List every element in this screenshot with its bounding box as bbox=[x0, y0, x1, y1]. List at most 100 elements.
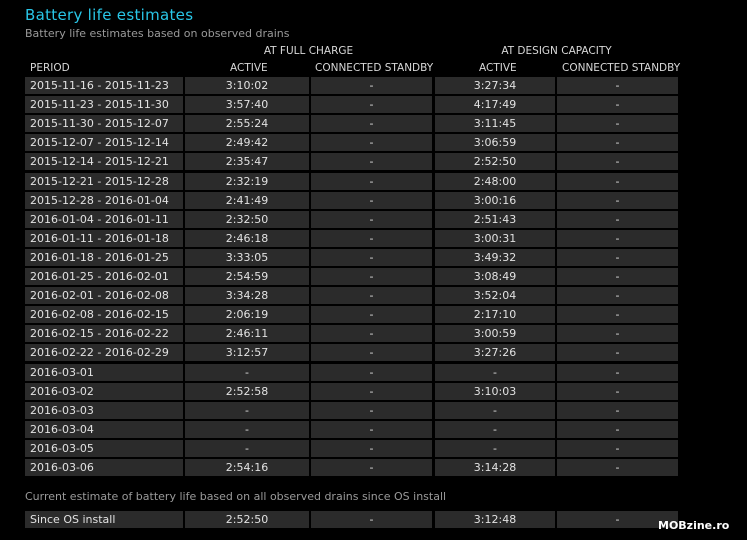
cell-period: 2016-03-06 bbox=[25, 459, 183, 476]
summary-full-standby: - bbox=[311, 511, 432, 528]
cell-full-standby: - bbox=[311, 115, 432, 132]
watermark-text: MOBzine.ro bbox=[658, 519, 730, 532]
cell-full-active: 2:35:47 bbox=[185, 153, 309, 170]
cell-design-active: 2:17:10 bbox=[435, 306, 555, 323]
cell-period: 2016-01-04 - 2016-01-11 bbox=[25, 211, 183, 228]
cell-design-active: 3:10:03 bbox=[435, 383, 555, 400]
table-row: 2016-03-03- - - - bbox=[0, 402, 747, 420]
cell-full-standby: - bbox=[311, 325, 432, 342]
table-row: 2016-02-22 - 2016-02-29 3:12:57-3:27:26- bbox=[0, 344, 747, 362]
cell-period: 2016-03-04 bbox=[25, 421, 183, 438]
summary-design-active: 3:12:48 bbox=[435, 511, 555, 528]
cell-full-active: - bbox=[185, 440, 309, 457]
cell-full-active: - bbox=[185, 421, 309, 438]
cell-design-standby: - bbox=[557, 383, 678, 400]
table-row: 2016-03-02 2:52:58-3:10:03- bbox=[0, 383, 747, 401]
table-row: 2015-12-21 - 2015-12-28 2:32:19-2:48:00- bbox=[0, 173, 747, 191]
page-title: Battery life estimates bbox=[25, 6, 194, 24]
table-row: 2015-11-30 - 2015-12-07 2:55:24-3:11:45- bbox=[0, 115, 747, 133]
cell-full-standby: - bbox=[311, 134, 432, 151]
cell-full-active: 2:46:18 bbox=[185, 230, 309, 247]
cell-period: 2016-02-08 - 2016-02-15 bbox=[25, 306, 183, 323]
cell-design-active: 2:52:50 bbox=[435, 153, 555, 170]
table-row: 2015-12-28 - 2016-01-04 2:41:49-3:00:16- bbox=[0, 192, 747, 210]
cell-design-standby: - bbox=[557, 134, 678, 151]
group-header-full-charge: AT FULL CHARGE bbox=[263, 45, 354, 57]
cell-design-standby: - bbox=[557, 192, 678, 209]
cell-full-active: 2:52:58 bbox=[185, 383, 309, 400]
page-subtitle: Battery life estimates based on observed… bbox=[25, 27, 290, 40]
table-row: 2015-11-23 - 2015-11-30 3:57:40-4:17:49- bbox=[0, 96, 747, 114]
cell-full-standby: - bbox=[311, 230, 432, 247]
cell-design-active: 3:27:26 bbox=[435, 344, 555, 361]
cell-design-standby: - bbox=[557, 249, 678, 266]
cell-full-standby: - bbox=[311, 268, 432, 285]
cell-design-active: 3:06:59 bbox=[435, 134, 555, 151]
cell-design-standby: - bbox=[557, 96, 678, 113]
cell-full-standby: - bbox=[311, 306, 432, 323]
cell-design-active: 3:00:59 bbox=[435, 325, 555, 342]
cell-design-standby: - bbox=[557, 287, 678, 304]
cell-full-active: - bbox=[185, 402, 309, 419]
cell-full-standby: - bbox=[311, 192, 432, 209]
table-row: 2015-12-14 - 2015-12-21 2:35:47-2:52:50- bbox=[0, 153, 747, 171]
cell-full-active: 2:54:16 bbox=[185, 459, 309, 476]
column-header-period: PERIOD bbox=[30, 62, 70, 74]
cell-full-active: 2:41:49 bbox=[185, 192, 309, 209]
cell-design-active: 3:14:28 bbox=[435, 459, 555, 476]
cell-period: 2016-02-15 - 2016-02-22 bbox=[25, 325, 183, 342]
cell-full-active: 3:57:40 bbox=[185, 96, 309, 113]
column-header-design-standby: CONNECTED STANDBY bbox=[562, 62, 681, 74]
cell-period: 2016-01-18 - 2016-01-25 bbox=[25, 249, 183, 266]
cell-design-standby: - bbox=[557, 230, 678, 247]
cell-design-standby: - bbox=[557, 402, 678, 419]
cell-period: 2016-03-03 bbox=[25, 402, 183, 419]
cell-full-active: 2:46:11 bbox=[185, 325, 309, 342]
cell-design-standby: - bbox=[557, 325, 678, 342]
cell-period: 2016-02-01 - 2016-02-08 bbox=[25, 287, 183, 304]
cell-full-standby: - bbox=[311, 153, 432, 170]
cell-design-standby: - bbox=[557, 173, 678, 190]
cell-full-standby: - bbox=[311, 402, 432, 419]
cell-full-standby: - bbox=[311, 421, 432, 438]
table-row: 2016-01-04 - 2016-01-11 2:32:50-2:51:43- bbox=[0, 211, 747, 229]
cell-design-standby: - bbox=[557, 459, 678, 476]
cell-design-standby: - bbox=[557, 115, 678, 132]
cell-period: 2015-11-23 - 2015-11-30 bbox=[25, 96, 183, 113]
cell-design-active: - bbox=[435, 364, 555, 381]
cell-full-active: 2:32:50 bbox=[185, 211, 309, 228]
cell-full-standby: - bbox=[311, 364, 432, 381]
cell-full-active: 3:33:05 bbox=[185, 249, 309, 266]
cell-full-standby: - bbox=[311, 344, 432, 361]
cell-period: 2015-11-30 - 2015-12-07 bbox=[25, 115, 183, 132]
cell-full-active: 3:34:28 bbox=[185, 287, 309, 304]
cell-full-standby: - bbox=[311, 440, 432, 457]
cell-full-active: 3:10:02 bbox=[185, 77, 309, 94]
cell-design-active: 3:27:34 bbox=[435, 77, 555, 94]
cell-period: 2015-12-14 - 2015-12-21 bbox=[25, 153, 183, 170]
cell-period: 2016-01-25 - 2016-02-01 bbox=[25, 268, 183, 285]
table-row: 2016-02-08 - 2016-02-15 2:06:19-2:17:10- bbox=[0, 306, 747, 324]
column-header-full-standby: CONNECTED STANDBY bbox=[315, 62, 434, 74]
summary-period: Since OS install bbox=[25, 511, 183, 528]
cell-design-active: 3:00:16 bbox=[435, 192, 555, 209]
cell-design-standby: - bbox=[557, 268, 678, 285]
cell-full-active: 3:12:57 bbox=[185, 344, 309, 361]
cell-design-active: 2:51:43 bbox=[435, 211, 555, 228]
cell-design-standby: - bbox=[557, 421, 678, 438]
cell-full-active: 2:55:24 bbox=[185, 115, 309, 132]
cell-full-standby: - bbox=[311, 173, 432, 190]
cell-design-active: 2:48:00 bbox=[435, 173, 555, 190]
cell-full-active: 2:32:19 bbox=[185, 173, 309, 190]
table-row: 2016-01-18 - 2016-01-25 3:33:05-3:49:32- bbox=[0, 249, 747, 267]
table-row: 2015-12-07 - 2015-12-14 2:49:42-3:06:59- bbox=[0, 134, 747, 152]
cell-design-standby: - bbox=[557, 364, 678, 381]
cell-period: 2016-03-02 bbox=[25, 383, 183, 400]
table-row: 2016-01-25 - 2016-02-01 2:54:59-3:08:49- bbox=[0, 268, 747, 286]
cell-design-standby: - bbox=[557, 306, 678, 323]
summary-row: Since OS install 2:52:50 - 3:12:48 - bbox=[0, 511, 747, 529]
table-row: 2016-03-05- - - - bbox=[0, 440, 747, 458]
cell-period: 2016-01-11 - 2016-01-18 bbox=[25, 230, 183, 247]
group-header-design-capacity: AT DESIGN CAPACITY bbox=[501, 45, 612, 57]
cell-design-active: 3:08:49 bbox=[435, 268, 555, 285]
